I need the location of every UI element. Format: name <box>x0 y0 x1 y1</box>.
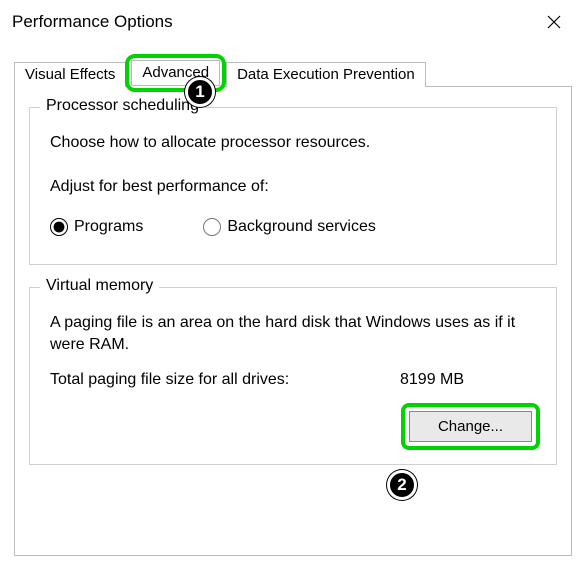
dialog-content: Visual Effects Advanced Data Execution P… <box>0 44 586 566</box>
vm-total-value: 8199 MB <box>400 371 464 389</box>
radio-programs-label: Programs <box>74 218 143 236</box>
processor-scheduling-legend: Processor scheduling <box>40 97 205 115</box>
adjust-radio-row: Programs Background services <box>50 218 540 236</box>
vm-total-label: Total paging file size for all drives: <box>50 371 400 389</box>
tab-strip: Visual Effects Advanced Data Execution P… <box>14 54 572 86</box>
tab-visual-effects[interactable]: Visual Effects <box>14 62 126 87</box>
annotation-highlight-change: Change... <box>401 403 540 450</box>
virtual-memory-legend: Virtual memory <box>40 277 159 295</box>
change-row: Change... <box>46 403 540 450</box>
annotation-step-1: 1 <box>185 77 215 107</box>
tab-dep[interactable]: Data Execution Prevention <box>226 62 426 87</box>
change-button[interactable]: Change... <box>409 411 532 442</box>
virtual-memory-group: Virtual memory A paging file is an area … <box>29 287 557 465</box>
processor-scheduling-group: Processor scheduling Choose how to alloc… <box>29 107 557 265</box>
processor-description: Choose how to allocate processor resourc… <box>50 134 540 152</box>
radio-programs[interactable]: Programs <box>50 218 143 236</box>
close-icon <box>547 15 561 29</box>
radio-background-label: Background services <box>227 218 376 236</box>
radio-programs-input[interactable] <box>50 218 68 236</box>
adjust-label: Adjust for best performance of: <box>50 178 540 196</box>
titlebar: Performance Options <box>0 0 586 44</box>
radio-background-input[interactable] <box>203 218 221 236</box>
annotation-step-2: 2 <box>387 470 417 500</box>
vm-total-row: Total paging file size for all drives: 8… <box>50 371 536 389</box>
radio-background[interactable]: Background services <box>203 218 376 236</box>
window-title: Performance Options <box>12 12 173 32</box>
tab-panel-advanced: Processor scheduling Choose how to alloc… <box>14 86 572 556</box>
virtual-memory-description: A paging file is an area on the hard dis… <box>50 312 536 355</box>
close-button[interactable] <box>534 6 574 38</box>
